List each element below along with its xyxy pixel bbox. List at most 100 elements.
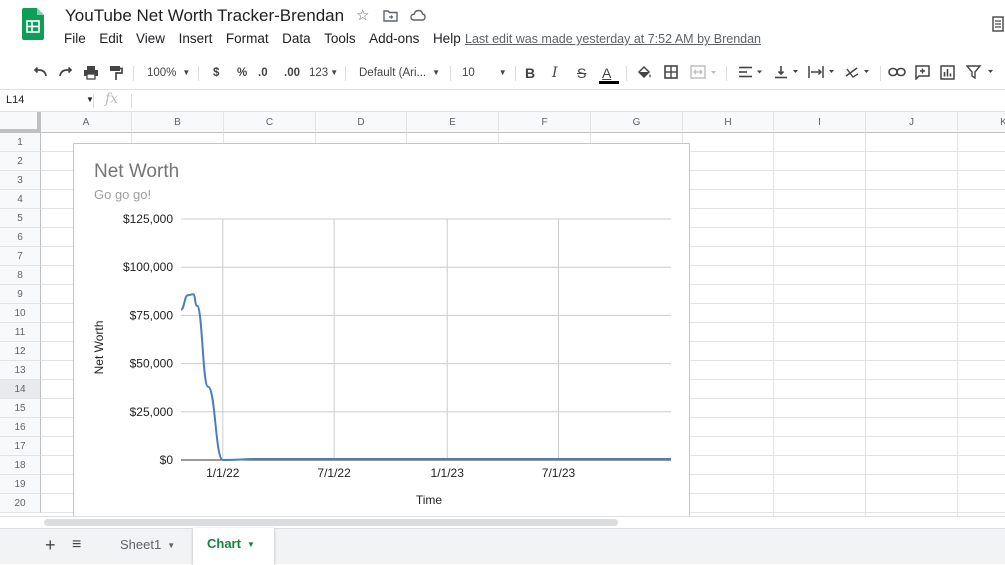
add-sheet-button[interactable]: + [45,535,56,556]
row-header-20[interactable]: 20 [0,494,41,513]
font-size-select[interactable]: 10 ▼ [462,64,510,82]
x-tick-label: 7/1/23 [542,466,576,480]
column-header-j[interactable]: J [866,112,958,133]
menu-tools[interactable]: Tools [324,31,356,49]
insert-chart-icon[interactable] [940,65,955,80]
fill-color-icon[interactable] [636,65,652,80]
all-sheets-list-icon[interactable]: ≡ [72,536,81,554]
cloud-status-icon[interactable] [410,9,426,21]
star-icon[interactable]: ☆ [356,6,369,24]
chevron-down-icon: ▼ [182,68,191,77]
row-header-14[interactable]: 14 [0,380,41,399]
text-color-button[interactable]: A [602,64,611,82]
row-header-1[interactable]: 1 [0,133,41,152]
row-header-3[interactable]: 3 [0,171,41,190]
sheets-logo-icon[interactable] [22,8,44,40]
chevron-down-icon: ▼ [167,540,176,550]
column-header-f[interactable]: F [499,112,591,133]
chevron-down-icon: ▼ [330,68,339,77]
format-percent-button[interactable]: % [237,64,247,82]
font-value: Default (Ari... [359,67,427,80]
undo-icon[interactable] [32,66,48,78]
decrease-decimal-button[interactable]: .0 [258,64,268,82]
menu-add-ons[interactable]: Add-ons [369,31,419,49]
comments-history-icon[interactable] [992,16,1004,32]
sheet-tab-bar: + ≡ Sheet1 ▼ Chart ▼ [0,528,1005,565]
redo-icon[interactable] [58,66,74,78]
row-header-6[interactable]: 6 [0,228,41,247]
y-tick-label: $50,000 [130,357,174,371]
row-header-7[interactable]: 7 [0,247,41,266]
name-box-value: L14 [6,94,25,106]
scrollbar-thumb[interactable] [44,519,618,526]
toolbar: 100% ▼ $ % .0 .00 123 ▼ Default (Ari... ▼ 1… [0,56,1005,90]
document-title[interactable]: YouTube Net Worth Tracker-Brendan [65,6,344,26]
menu-view[interactable]: View [136,31,165,49]
chart-plot[interactable]: $0 $25,000 $50,000 $75,000 $100,000 $125,000 1… [74,144,691,524]
row-header-12[interactable]: 12 [0,342,41,361]
format-currency-button[interactable]: $ [213,64,219,82]
horizontal-align-icon[interactable] [738,66,766,78]
row-header-4[interactable]: 4 [0,190,41,209]
sheet-tab-sheet1[interactable]: Sheet1 ▼ [106,529,190,565]
strikethrough-button[interactable]: S [577,64,586,82]
borders-icon[interactable] [664,65,678,79]
y-tick-label: $125,000 [123,212,173,226]
column-header-h[interactable]: H [683,112,774,133]
print-icon[interactable] [83,65,99,80]
increase-decimal-button[interactable]: .00 [284,64,300,82]
name-box[interactable]: L14 ▼ [6,94,94,106]
sheet-tab-chart[interactable]: Chart ▼ [193,528,274,565]
last-edit-link[interactable]: Last edit was made yesterday at 7:52 AM … [465,32,761,46]
paint-format-icon[interactable] [109,65,123,81]
row-header-18[interactable]: 18 [0,456,41,475]
zoom-select[interactable]: 100% ▼ [147,64,190,82]
italic-button[interactable]: I [552,64,558,82]
vertical-align-icon[interactable] [774,65,802,79]
column-header-c[interactable]: C [224,112,316,133]
filter-icon[interactable] [966,65,996,79]
merge-cells-icon[interactable] [690,65,718,79]
font-size-value: 10 [462,67,475,80]
column-header-i[interactable]: I [774,112,866,133]
menu-data[interactable]: Data [282,31,311,49]
column-header-a[interactable]: A [41,112,132,133]
row-header-10[interactable]: 10 [0,304,41,323]
formula-input[interactable] [140,94,1000,108]
row-header-15[interactable]: 15 [0,399,41,418]
menu-file[interactable]: File [64,31,86,49]
move-folder-icon[interactable] [383,9,398,22]
insert-comment-icon[interactable] [915,65,930,80]
x-tick-label: 7/1/22 [317,466,351,480]
bold-button[interactable]: B [525,64,535,82]
row-header-9[interactable]: 9 [0,285,41,304]
row-header-8[interactable]: 8 [0,266,41,285]
menu-help[interactable]: Help [433,31,461,49]
column-header-k[interactable]: K [958,112,1005,133]
menu-edit[interactable]: Edit [99,31,122,49]
row-header-16[interactable]: 16 [0,418,41,437]
menu-format[interactable]: Format [226,31,269,49]
select-all-corner[interactable] [0,112,41,133]
column-header-b[interactable]: B [132,112,224,133]
more-formats-select[interactable]: 123 ▼ [309,64,338,82]
row-header-5[interactable]: 5 [0,209,41,228]
row-header-13[interactable]: 13 [0,361,41,380]
horizontal-scrollbar[interactable] [0,516,1005,528]
font-select[interactable]: Default (Ari... ▼ [359,64,441,82]
embedded-chart[interactable]: Net Worth Go go go! $0 $25,000 $50,000 $75,… [73,143,690,523]
toolbar-divider [345,66,346,81]
column-header-d[interactable]: D [316,112,407,133]
insert-link-icon[interactable] [888,67,906,77]
row-header-11[interactable]: 11 [0,323,41,342]
menu-insert[interactable]: Insert [179,31,213,49]
x-tick-label: 1/1/22 [206,466,240,480]
text-rotation-icon[interactable] [844,65,874,79]
column-header-g[interactable]: G [591,112,683,133]
text-wrapping-icon[interactable] [808,65,838,79]
row-header-2[interactable]: 2 [0,152,41,171]
column-header-e[interactable]: E [407,112,499,133]
row-header-17[interactable]: 17 [0,437,41,456]
row-header-19[interactable]: 19 [0,475,41,494]
y-axis-title: Net Worth [92,321,106,375]
